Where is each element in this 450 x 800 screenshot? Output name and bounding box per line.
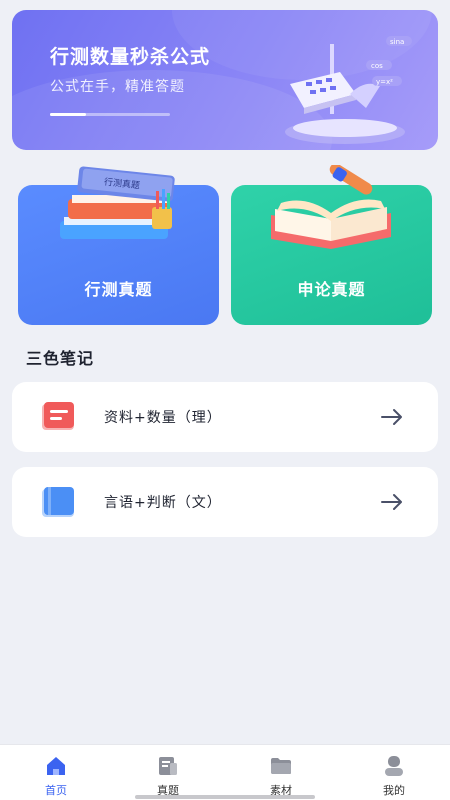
nav-label: 我的 — [383, 784, 405, 797]
banner-art-text: sina — [390, 38, 404, 46]
note-label: 资料+数量（理） — [104, 410, 222, 426]
books-stack-icon: 行测真题 — [60, 166, 175, 239]
category-card-shenlun[interactable]: 申论真题 — [231, 165, 432, 325]
category-label: 行测真题 — [84, 280, 153, 299]
banner-subtitle: 公式在手，精准答题 — [50, 79, 185, 95]
banner-art-text: cos — [371, 62, 383, 70]
open-book-icon — [271, 165, 391, 249]
nav-item-exams[interactable]: 真题 — [112, 745, 224, 800]
banner-title: 行测数量秒杀公式 — [50, 46, 211, 68]
nav-item-profile[interactable]: 我的 — [338, 745, 450, 800]
home-icon — [47, 757, 65, 775]
banner-carousel-indicator — [50, 113, 170, 116]
page: 行测数量秒杀公式 公式在手，精准答题 cos sina y=x² 行测真题 行测… — [0, 0, 450, 800]
user-icon — [385, 756, 403, 776]
bottom-navigation: 首页 真题 素材 我的 — [0, 744, 450, 800]
arrow-right-icon — [381, 409, 402, 425]
category-card-xingce[interactable]: 行测真题 行测真题 — [18, 166, 219, 325]
nav-item-materials[interactable]: 素材 — [225, 745, 337, 800]
folder-icon — [271, 758, 291, 774]
section-title: 三色笔记 — [26, 349, 95, 368]
blue-notebook-icon — [42, 487, 74, 517]
note-card-math[interactable]: 资料+数量（理） — [12, 382, 438, 452]
home-indicator — [135, 795, 315, 799]
nav-item-home[interactable]: 首页 — [0, 745, 112, 800]
calculator-illustration-icon: cos sina y=x² — [285, 36, 412, 144]
arrow-right-icon — [381, 494, 402, 510]
promo-banner[interactable]: 行测数量秒杀公式 公式在手，精准答题 cos sina y=x² — [12, 10, 438, 150]
document-icon — [159, 757, 177, 775]
category-label: 申论真题 — [297, 280, 366, 299]
red-notebook-icon — [42, 402, 74, 430]
note-label: 言语+判断（文） — [104, 495, 222, 511]
note-card-verbal[interactable]: 言语+判断（文） — [12, 467, 438, 537]
banner-art-text: y=x² — [376, 78, 393, 86]
nav-label: 首页 — [45, 784, 67, 797]
banner-carousel-indicator-fill — [50, 113, 86, 116]
